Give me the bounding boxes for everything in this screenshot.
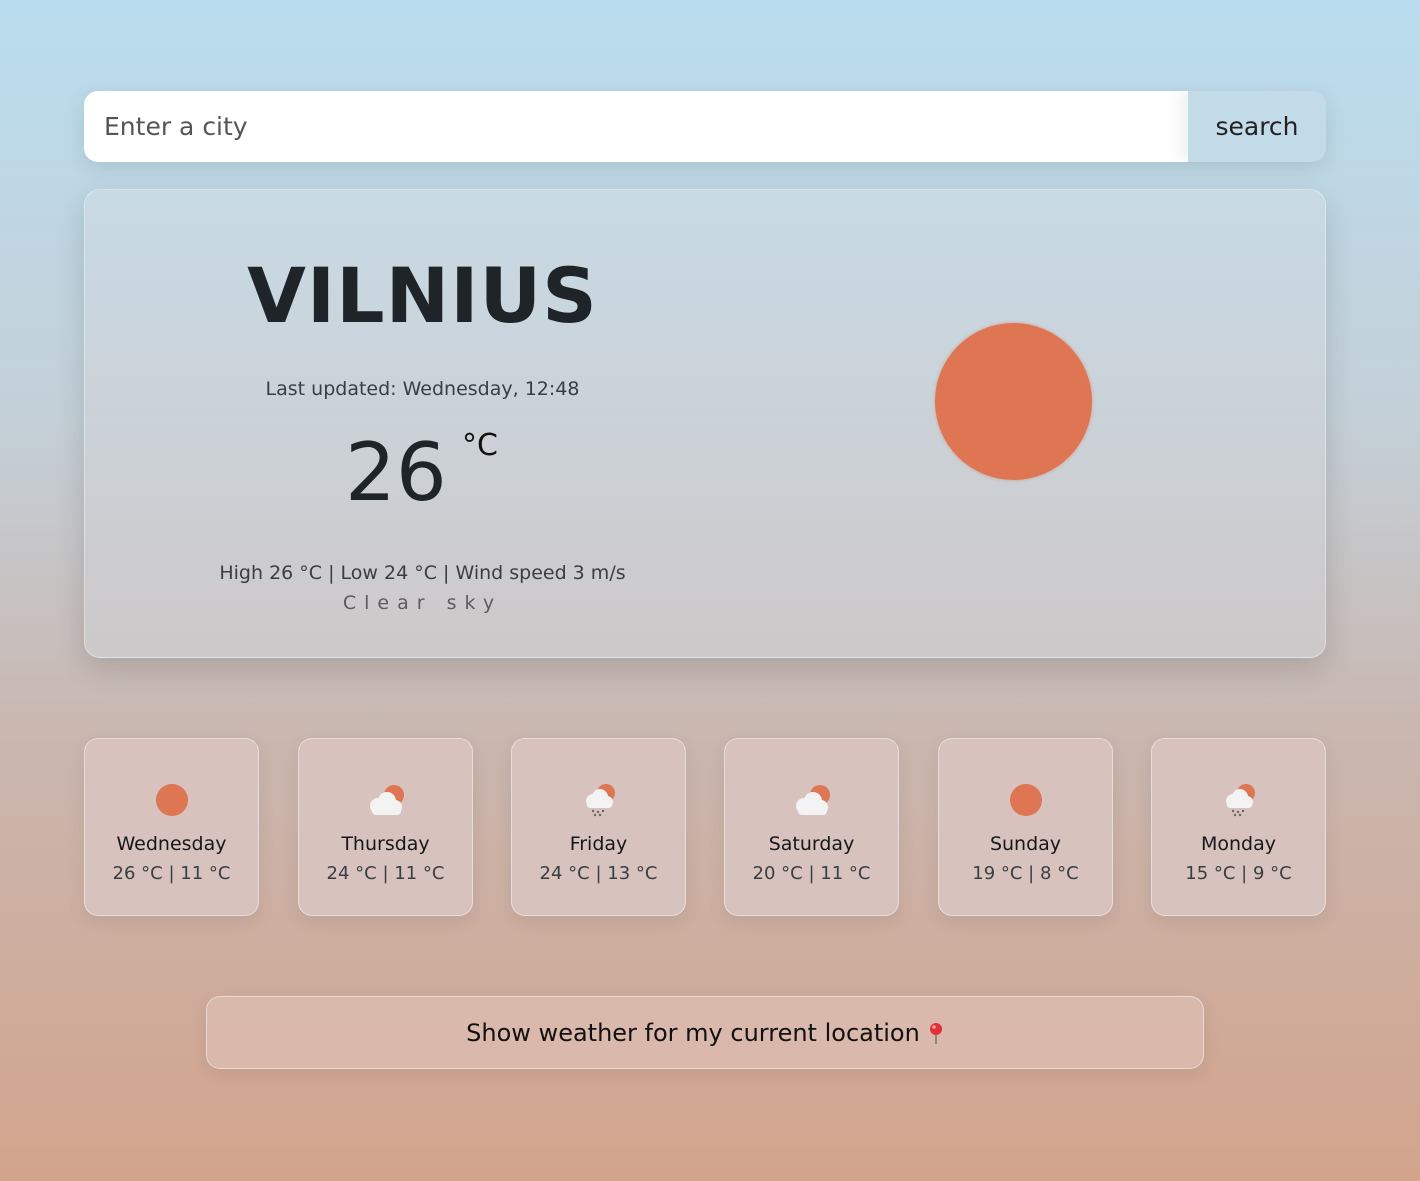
last-updated: Last updated: Wednesday, 12:48 [265,378,580,400]
search-button[interactable]: search [1188,91,1326,162]
pin-icon [928,1022,944,1046]
forecast-day-temps: 26 °C | 11 °C [112,863,231,884]
current-weather-card: VILNIUS Last updated: Wednesday, 12:48 2… [84,189,1326,658]
forecast-day-name: Monday [1200,833,1276,855]
cloud-sun-icon [369,785,404,815]
sun-icon [1009,784,1042,816]
forecast-day-name: Sunday [989,833,1062,855]
rain-cloud-sun-icon [585,784,615,817]
temperature-unit: °C [462,428,498,463]
current-location-label: Show weather for my current location [466,1018,920,1047]
sun-icon [935,323,1092,480]
current-weather-info: VILNIUS Last updated: Wednesday, 12:48 2… [195,190,650,614]
forecast-row: Wednesday 26 °C | 11 °C Thursday 24 °C |… [84,738,1326,916]
forecast-day-card[interactable]: Monday 15 °C | 9 °C [1151,738,1326,916]
search-bar: search [84,91,1326,162]
forecast-day-name: Saturday [768,833,855,855]
weather-details: High 26 °C | Low 24 °C | Wind speed 3 m/… [219,562,626,584]
forecast-day-card[interactable]: Friday 24 °C | 13 °C [511,738,686,916]
rain-cloud-sun-icon [1225,784,1255,817]
forecast-day-temps: 15 °C | 9 °C [1185,863,1292,884]
forecast-day-temps: 24 °C | 11 °C [326,863,445,884]
forecast-day-temps: 20 °C | 11 °C [752,863,871,884]
temperature-display: 26 °C [195,428,650,518]
cloud-sun-icon [795,785,830,815]
sun-icon [155,784,188,816]
current-location-button[interactable]: Show weather for my current location [206,996,1204,1069]
forecast-day-name: Thursday [341,833,430,855]
forecast-day-name: Friday [569,833,628,855]
forecast-day-temps: 24 °C | 13 °C [539,863,658,884]
city-search-input[interactable] [84,91,1188,162]
forecast-day-card[interactable]: Saturday 20 °C | 11 °C [724,738,899,916]
forecast-day-card[interactable]: Thursday 24 °C | 11 °C [298,738,473,916]
forecast-day-card[interactable]: Sunday 19 °C | 8 °C [938,738,1113,916]
weather-description: Clear sky [342,592,503,614]
forecast-day-temps: 19 °C | 8 °C [972,863,1079,884]
city-name: VILNIUS [247,251,598,340]
forecast-day-card[interactable]: Wednesday 26 °C | 11 °C [84,738,259,916]
forecast-day-name: Wednesday [116,833,227,855]
temperature-value: 26 [345,426,447,519]
